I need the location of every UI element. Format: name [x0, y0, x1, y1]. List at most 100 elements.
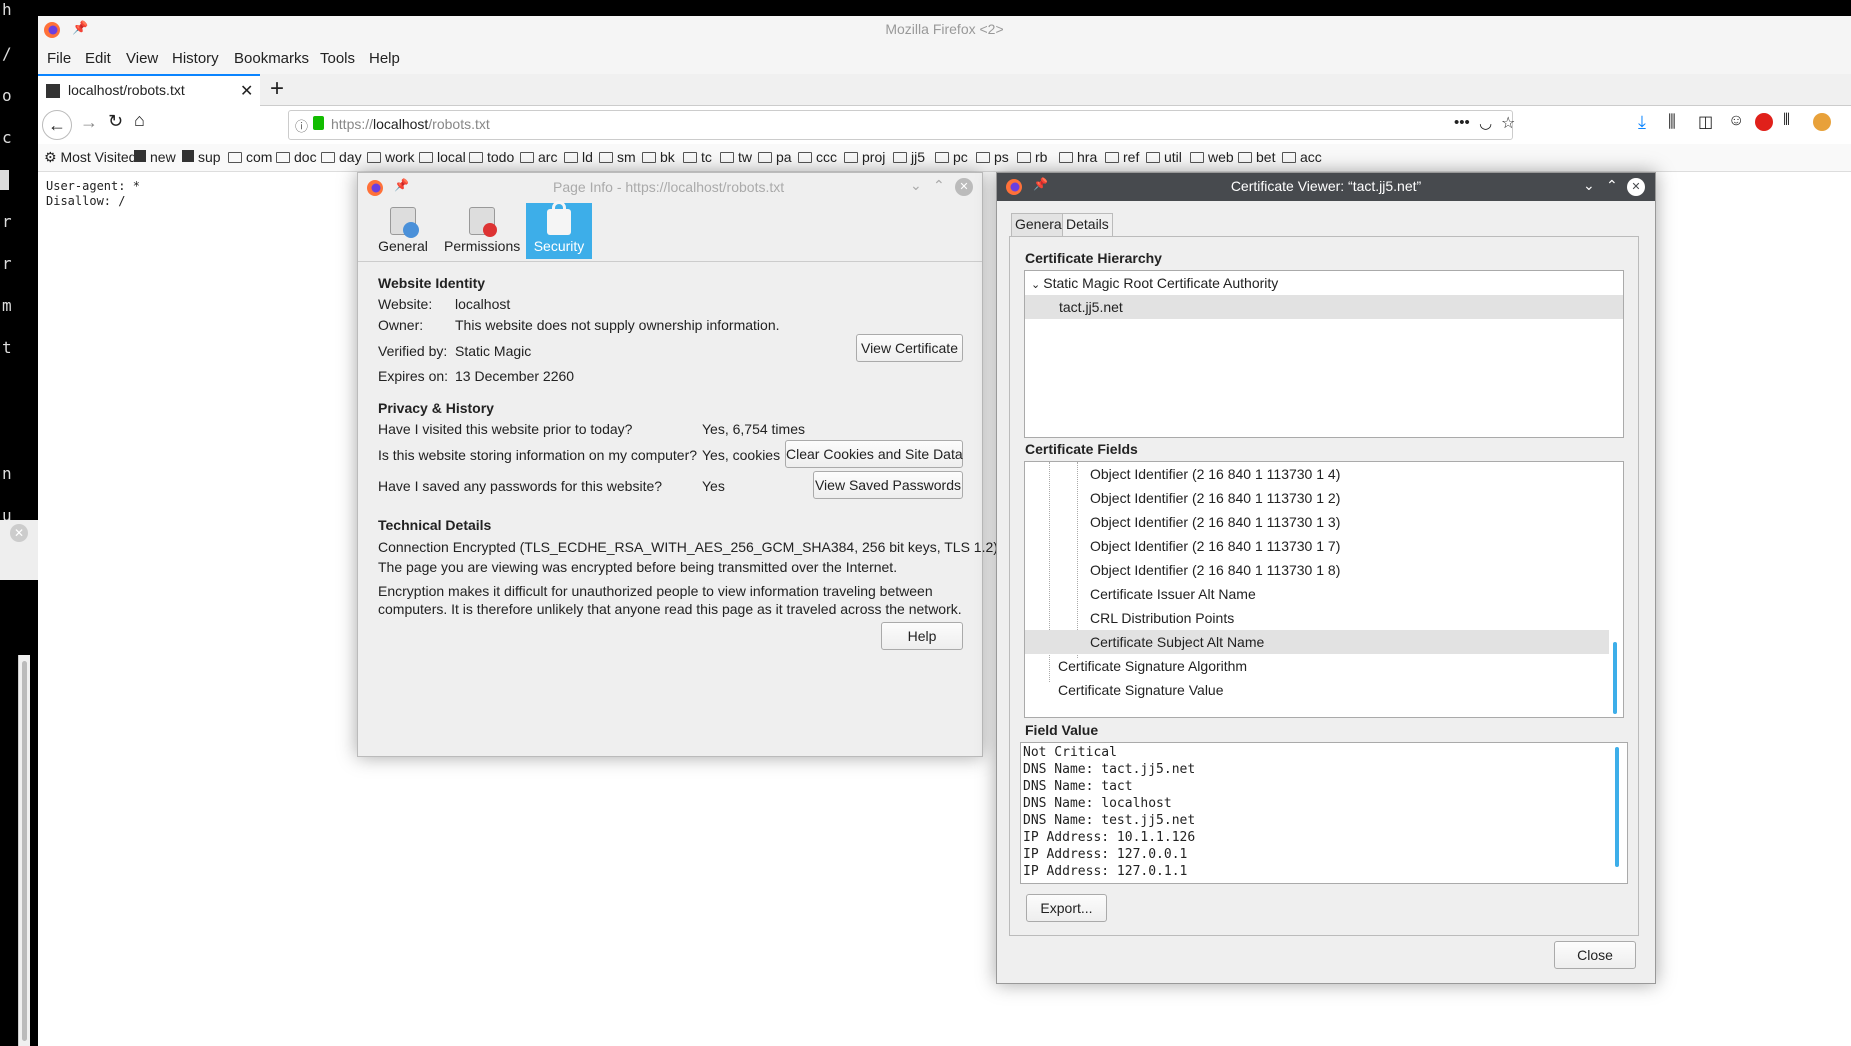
- menu-tools[interactable]: Tools: [320, 50, 355, 67]
- tab-general[interactable]: General: [374, 203, 432, 259]
- bookmark-most-visited[interactable]: ⚙ Most Visited: [44, 149, 136, 166]
- bookmark-folder[interactable]: sm: [599, 149, 636, 165]
- library-icon[interactable]: ⫼: [1668, 112, 1676, 132]
- account-icon[interactable]: ☺: [1728, 112, 1744, 130]
- bookmark-folder[interactable]: jj5: [893, 149, 925, 165]
- tree-item[interactable]: tact.jj5.net: [1025, 295, 1623, 319]
- bookmark-folder[interactable]: ps: [976, 149, 1009, 165]
- bookmark-folder[interactable]: tw: [720, 149, 752, 165]
- field-row-selected[interactable]: Certificate Subject Alt Name: [1025, 630, 1609, 654]
- bookmark-folder[interactable]: proj: [844, 149, 885, 165]
- extension-icon[interactable]: ⦀: [1783, 112, 1790, 130]
- close-icon[interactable]: ✕: [1627, 178, 1645, 196]
- clear-cookies-button[interactable]: Clear Cookies and Site Data: [785, 440, 963, 468]
- forward-icon[interactable]: →: [80, 112, 98, 133]
- bookmark-folder[interactable]: local: [419, 149, 466, 165]
- menu-history[interactable]: History: [172, 50, 219, 67]
- bookmark-folder[interactable]: rb: [1017, 149, 1047, 165]
- url-text[interactable]: https://localhost/robots.txt: [331, 116, 490, 132]
- bookmark-folder[interactable]: web: [1190, 149, 1234, 165]
- downloads-icon[interactable]: ⤓: [1638, 112, 1646, 133]
- menu-view[interactable]: View: [126, 50, 158, 67]
- bookmark-folder[interactable]: arc: [520, 149, 557, 165]
- tab-label: Security: [533, 238, 585, 254]
- fields-tree[interactable]: Object Identifier (2 16 840 1 113730 1 4…: [1024, 461, 1624, 718]
- menu-help[interactable]: Help: [369, 50, 400, 67]
- bookmark-label: sup: [198, 149, 221, 165]
- bookmark-folder[interactable]: ld: [564, 149, 593, 165]
- bookmark-folder[interactable]: hra: [1059, 149, 1097, 165]
- field-value-box[interactable]: Not Critical DNS Name: tact.jj5.net DNS …: [1020, 742, 1628, 884]
- bookmark-folder[interactable]: tc: [683, 149, 712, 165]
- view-saved-passwords-button[interactable]: View Saved Passwords: [813, 471, 963, 499]
- bookmark-folder[interactable]: util: [1146, 149, 1182, 165]
- bookmark-folder[interactable]: doc: [276, 149, 317, 165]
- bookmark-folder[interactable]: todo: [469, 149, 514, 165]
- url-bar[interactable]: ⓘ https://localhost/robots.txt ••• ◡ ☆: [288, 110, 1515, 140]
- bookmark-folder[interactable]: com: [228, 149, 272, 165]
- reload-icon[interactable]: ↻: [108, 111, 123, 132]
- field-row[interactable]: Object Identifier (2 16 840 1 113730 1 8…: [1025, 558, 1623, 582]
- field-row[interactable]: Certificate Signature Algorithm: [1025, 654, 1623, 678]
- close-icon[interactable]: ✕: [10, 524, 28, 542]
- scrollbar[interactable]: [1615, 747, 1619, 867]
- lock-icon[interactable]: [313, 116, 324, 130]
- tab-security[interactable]: Security: [526, 201, 592, 259]
- minimize-icon[interactable]: ⌄: [1583, 177, 1595, 194]
- minimize-icon[interactable]: ⌄: [910, 177, 922, 194]
- home-icon[interactable]: ⌂: [134, 110, 145, 131]
- tab-robots[interactable]: localhost/robots.txt ✕: [38, 74, 260, 106]
- tree-item[interactable]: ⌄ Static Magic Root Certificate Authorit…: [1025, 271, 1623, 295]
- hierarchy-tree[interactable]: ⌄ Static Magic Root Certificate Authorit…: [1024, 270, 1624, 438]
- tab-general[interactable]: General: [1011, 213, 1069, 237]
- folder-icon: [564, 152, 578, 163]
- bookmark-folder[interactable]: bet: [1238, 149, 1275, 165]
- view-certificate-button[interactable]: View Certificate: [856, 334, 963, 362]
- bookmark-folder[interactable]: pc: [935, 149, 968, 165]
- menu-edit[interactable]: Edit: [85, 50, 111, 67]
- back-icon[interactable]: ←: [42, 110, 72, 140]
- maximize-icon[interactable]: ⌃: [1606, 177, 1618, 194]
- bookmark-label: ps: [994, 149, 1009, 165]
- bookmark-label: ccc: [816, 149, 837, 165]
- page-actions-icon[interactable]: •••: [1454, 114, 1470, 131]
- info-icon[interactable]: ⓘ: [295, 116, 308, 135]
- bookmark-folder[interactable]: acc: [1282, 149, 1322, 165]
- menu-file[interactable]: File: [47, 50, 71, 67]
- scrollbar[interactable]: [18, 655, 30, 1046]
- bookmark-folder[interactable]: ref: [1105, 149, 1139, 165]
- bookmark-folder[interactable]: ccc: [798, 149, 837, 165]
- field-row[interactable]: Certificate Signature Value: [1025, 678, 1623, 702]
- maximize-icon[interactable]: ⌃: [933, 177, 945, 194]
- field-row[interactable]: Object Identifier (2 16 840 1 113730 1 4…: [1025, 462, 1623, 486]
- bookmark-new[interactable]: new: [134, 149, 176, 165]
- adblock-icon[interactable]: [1755, 113, 1773, 131]
- bookmark-sup[interactable]: sup: [182, 149, 221, 165]
- menu-bookmarks[interactable]: Bookmarks: [234, 50, 309, 67]
- field-row[interactable]: Object Identifier (2 16 840 1 113730 1 2…: [1025, 486, 1623, 510]
- gear-icon: ⚙: [44, 149, 61, 165]
- folder-icon: [935, 152, 949, 163]
- tab-details[interactable]: Details: [1062, 213, 1113, 237]
- close-button[interactable]: Close: [1554, 941, 1636, 969]
- new-tab-icon[interactable]: +: [270, 75, 284, 103]
- bookmark-star-icon[interactable]: ☆: [1501, 113, 1515, 133]
- bookmark-folder[interactable]: work: [367, 149, 415, 165]
- pocket-icon[interactable]: ◡: [1479, 114, 1492, 132]
- bookmark-folder[interactable]: day: [321, 149, 362, 165]
- field-row[interactable]: Certificate Issuer Alt Name: [1025, 582, 1623, 606]
- extension-monkey-icon[interactable]: [1813, 113, 1831, 131]
- field-row[interactable]: Object Identifier (2 16 840 1 113730 1 7…: [1025, 534, 1623, 558]
- field-row[interactable]: CRL Distribution Points: [1025, 606, 1623, 630]
- help-button[interactable]: Help: [881, 622, 963, 650]
- tab-permissions[interactable]: Permissions: [444, 203, 520, 259]
- field-row[interactable]: Object Identifier (2 16 840 1 113730 1 3…: [1025, 510, 1623, 534]
- pin-icon[interactable]: 📌: [394, 178, 409, 192]
- sidebar-icon[interactable]: ◫: [1698, 112, 1713, 132]
- scrollbar[interactable]: [1613, 642, 1617, 714]
- close-tab-icon[interactable]: ✕: [240, 81, 253, 101]
- bookmark-folder[interactable]: bk: [642, 149, 675, 165]
- close-icon[interactable]: ✕: [955, 178, 973, 196]
- export-button[interactable]: Export...: [1026, 894, 1107, 922]
- bookmark-folder[interactable]: pa: [758, 149, 792, 165]
